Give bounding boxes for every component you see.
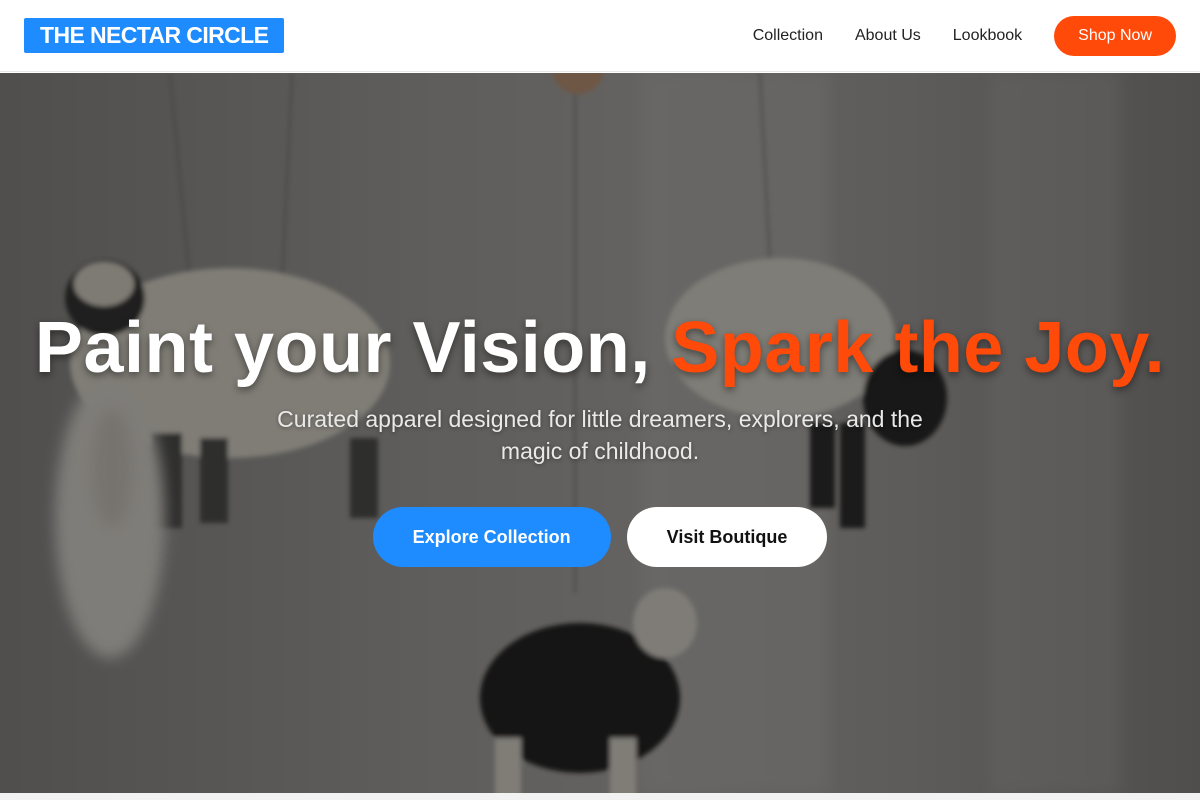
brand-logo[interactable]: THE NECTAR CIRCLE <box>24 18 284 53</box>
nav-link-about-us[interactable]: About Us <box>855 27 921 45</box>
hero-headline: Paint your Vision, Spark the Joy. <box>0 305 1200 391</box>
nav-link-lookbook[interactable]: Lookbook <box>953 27 1022 45</box>
hero-content: Paint your Vision, Spark the Joy. Curate… <box>0 305 1200 567</box>
next-section-edge <box>0 793 1200 800</box>
hero-section: Paint your Vision, Spark the Joy. Curate… <box>0 73 1200 793</box>
nav-link-collection[interactable]: Collection <box>753 27 823 45</box>
shop-now-button[interactable]: Shop Now <box>1054 16 1176 56</box>
explore-collection-button[interactable]: Explore Collection <box>372 507 611 567</box>
visit-boutique-button[interactable]: Visit Boutique <box>626 507 828 567</box>
headline-accent-text: Spark the Joy. <box>671 308 1166 388</box>
headline-main-text: Paint your Vision, <box>34 308 672 388</box>
hero-cta-row: Explore Collection Visit Boutique <box>0 507 1200 567</box>
top-navigation: THE NECTAR CIRCLE Collection About Us Lo… <box>0 0 1200 72</box>
hero-subtitle: Curated apparel designed for little drea… <box>277 406 923 464</box>
nav-links: Collection About Us Lookbook Shop Now <box>753 16 1176 56</box>
